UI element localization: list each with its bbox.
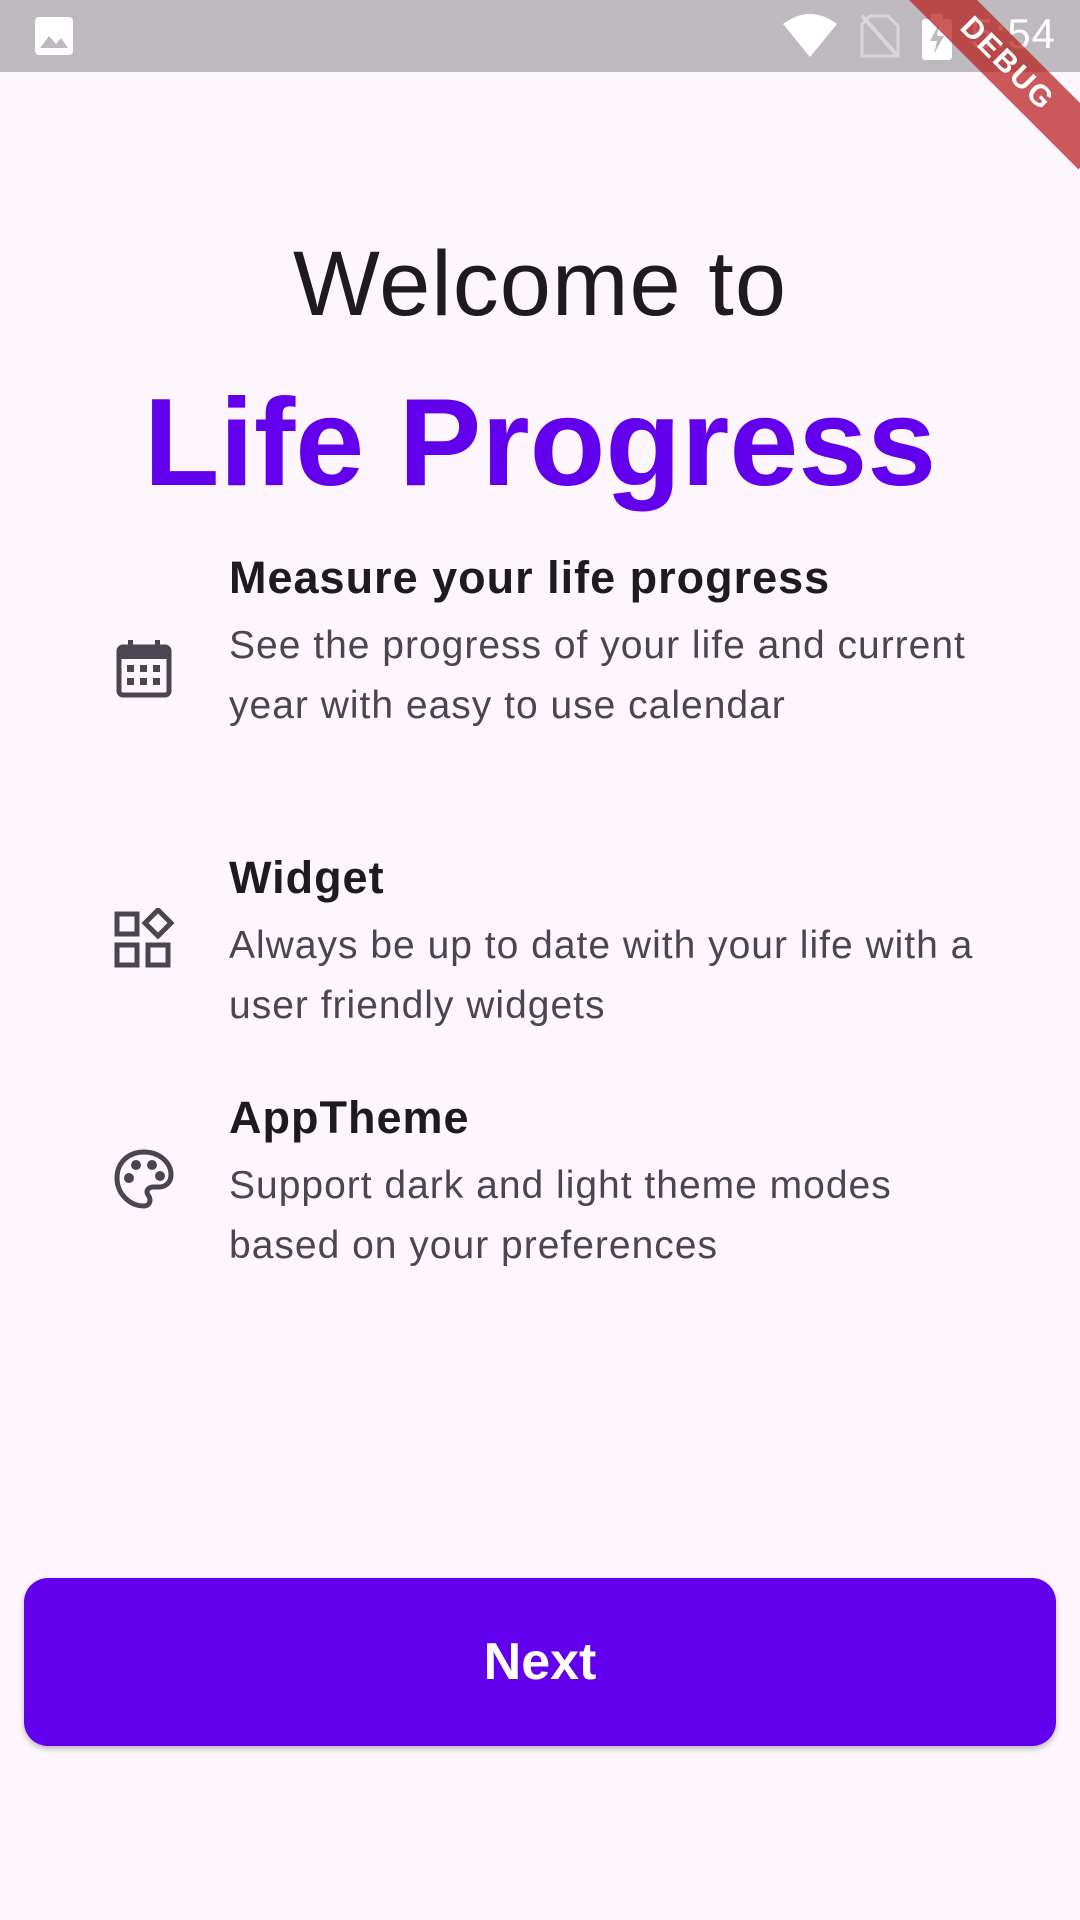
onboarding-screen: 5:54 DEBUG Welcome to Life Progress Meas… [0, 0, 1080, 1920]
feature-description: Support dark and light theme modes based… [229, 1164, 892, 1267]
feature-title: Widget [229, 852, 385, 903]
welcome-text: Welcome to [292, 233, 788, 335]
feature-title: Measure your life progress [229, 552, 831, 603]
battery-charging-icon [922, 14, 952, 60]
status-bar: 5:54 [0, 0, 1080, 72]
feature-text: Measure your life progress See the progr… [229, 548, 989, 736]
feature-description: Always be up to date with your life with… [229, 924, 974, 1027]
feature-text: AppTheme Support dark and light theme mo… [229, 1088, 989, 1276]
app-title: Life Progress [143, 374, 937, 512]
next-button[interactable]: Next [24, 1578, 1056, 1746]
palette-icon [114, 1149, 174, 1209]
calendar-icon [116, 640, 172, 698]
widgets-icon [114, 908, 175, 968]
feature-text: Widget Always be up to date with your li… [229, 848, 989, 1036]
wifi-icon [783, 14, 837, 57]
feature-description: See the progress of your life and curren… [229, 624, 966, 727]
status-clock: 5:54 [970, 10, 1056, 57]
gallery-icon [35, 17, 73, 55]
feature-title: AppTheme [229, 1092, 470, 1143]
no-sim-icon [860, 14, 900, 58]
